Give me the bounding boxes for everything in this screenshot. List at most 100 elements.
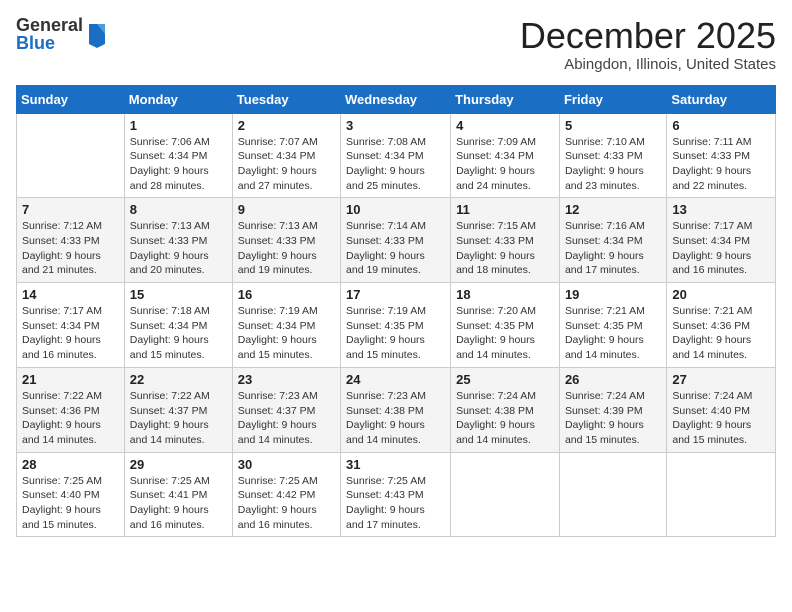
day-info: Sunrise: 7:16 AMSunset: 4:34 PMDaylight:… [565,219,661,278]
day-number: 31 [346,457,445,472]
calendar-cell: 30Sunrise: 7:25 AMSunset: 4:42 PMDayligh… [232,452,340,537]
location: Abingdon, Illinois, United States [520,56,776,73]
day-info: Sunrise: 7:23 AMSunset: 4:37 PMDaylight:… [238,389,335,448]
day-info: Sunrise: 7:24 AMSunset: 4:39 PMDaylight:… [565,389,661,448]
day-info: Sunrise: 7:10 AMSunset: 4:33 PMDaylight:… [565,135,661,194]
day-info: Sunrise: 7:17 AMSunset: 4:34 PMDaylight:… [22,304,119,363]
calendar-week-row: 21 Sunrise: 7:22 AMSunset: 4:36 PMDayligh… [17,367,776,452]
calendar-week-row: 14 Sunrise: 7:17 AMSunset: 4:34 PMDayligh… [17,283,776,368]
calendar-cell: 6 Sunrise: 7:11 AMSunset: 4:33 PMDaylight… [667,113,776,198]
day-header-thursday: Thursday [451,85,560,113]
calendar-cell: 4 Sunrise: 7:09 AMSunset: 4:34 PMDaylight… [451,113,560,198]
calendar-cell: 24 Sunrise: 7:23 AMSunset: 4:38 PMDayligh… [341,367,451,452]
day-number: 4 [456,118,554,133]
calendar-cell: 16Sunrise: 7:19 AMSunset: 4:34 PMDayligh… [232,283,340,368]
calendar-cell: 28Sunrise: 7:25 AMSunset: 4:40 PMDayligh… [17,452,125,537]
logo-text: General Blue [16,16,83,52]
day-header-monday: Monday [124,85,232,113]
calendar-cell [17,113,125,198]
day-info: Sunrise: 7:25 AMSunset: 4:41 PMDaylight:… [130,474,227,533]
day-number: 17 [346,287,445,302]
day-info: Sunrise: 7:07 AMSunset: 4:34 PMDaylight:… [238,135,335,194]
calendar-cell: 26Sunrise: 7:24 AMSunset: 4:39 PMDayligh… [559,367,666,452]
day-info: Sunrise: 7:14 AMSunset: 4:33 PMDaylight:… [346,219,445,278]
day-number: 1 [130,118,227,133]
day-info: Sunrise: 7:13 AMSunset: 4:33 PMDaylight:… [238,219,335,278]
day-info: Sunrise: 7:09 AMSunset: 4:34 PMDaylight:… [456,135,554,194]
day-number: 23 [238,372,335,387]
calendar-cell: 1 Sunrise: 7:06 AMSunset: 4:34 PMDaylight… [124,113,232,198]
month-title: December 2025 [520,16,776,56]
calendar: SundayMondayTuesdayWednesdayThursdayFrid… [16,85,776,538]
calendar-week-row: 1 Sunrise: 7:06 AMSunset: 4:34 PMDaylight… [17,113,776,198]
day-number: 5 [565,118,661,133]
day-number: 29 [130,457,227,472]
day-info: Sunrise: 7:22 AMSunset: 4:37 PMDaylight:… [130,389,227,448]
day-info: Sunrise: 7:15 AMSunset: 4:33 PMDaylight:… [456,219,554,278]
calendar-cell: 31 Sunrise: 7:25 AMSunset: 4:43 PMDayligh… [341,452,451,537]
day-number: 12 [565,202,661,217]
day-number: 13 [672,202,770,217]
calendar-header-row: SundayMondayTuesdayWednesdayThursdayFrid… [17,85,776,113]
calendar-cell: 17 Sunrise: 7:19 AMSunset: 4:35 PMDayligh… [341,283,451,368]
calendar-cell: 7 Sunrise: 7:12 AMSunset: 4:33 PMDaylight… [17,198,125,283]
day-number: 8 [130,202,227,217]
day-number: 21 [22,372,119,387]
day-number: 22 [130,372,227,387]
calendar-cell: 20 Sunrise: 7:21 AMSunset: 4:36 PMDayligh… [667,283,776,368]
day-info: Sunrise: 7:21 AMSunset: 4:36 PMDaylight:… [672,304,770,363]
day-info: Sunrise: 7:20 AMSunset: 4:35 PMDaylight:… [456,304,554,363]
day-info: Sunrise: 7:08 AMSunset: 4:34 PMDaylight:… [346,135,445,194]
day-number: 15 [130,287,227,302]
day-number: 14 [22,287,119,302]
calendar-cell [559,452,666,537]
calendar-cell: 10 Sunrise: 7:14 AMSunset: 4:33 PMDayligh… [341,198,451,283]
calendar-cell: 19 Sunrise: 7:21 AMSunset: 4:35 PMDayligh… [559,283,666,368]
day-info: Sunrise: 7:19 AMSunset: 4:35 PMDaylight:… [346,304,445,363]
logo-general: General [16,16,83,34]
day-number: 19 [565,287,661,302]
calendar-cell: 2Sunrise: 7:07 AMSunset: 4:34 PMDaylight… [232,113,340,198]
calendar-cell: 18 Sunrise: 7:20 AMSunset: 4:35 PMDayligh… [451,283,560,368]
day-number: 6 [672,118,770,133]
calendar-cell: 8 Sunrise: 7:13 AMSunset: 4:33 PMDaylight… [124,198,232,283]
day-info: Sunrise: 7:13 AMSunset: 4:33 PMDaylight:… [130,219,227,278]
calendar-cell: 3Sunrise: 7:08 AMSunset: 4:34 PMDaylight… [341,113,451,198]
day-info: Sunrise: 7:22 AMSunset: 4:36 PMDaylight:… [22,389,119,448]
calendar-cell: 25Sunrise: 7:24 AMSunset: 4:38 PMDayligh… [451,367,560,452]
calendar-cell: 29 Sunrise: 7:25 AMSunset: 4:41 PMDayligh… [124,452,232,537]
day-header-sunday: Sunday [17,85,125,113]
page-header: General Blue December 2025 Abingdon, Ill… [16,16,776,73]
calendar-cell: 11 Sunrise: 7:15 AMSunset: 4:33 PMDayligh… [451,198,560,283]
day-number: 9 [238,202,335,217]
day-number: 24 [346,372,445,387]
day-info: Sunrise: 7:21 AMSunset: 4:35 PMDaylight:… [565,304,661,363]
day-number: 18 [456,287,554,302]
calendar-cell: 14 Sunrise: 7:17 AMSunset: 4:34 PMDayligh… [17,283,125,368]
calendar-cell [451,452,560,537]
day-info: Sunrise: 7:24 AMSunset: 4:40 PMDaylight:… [672,389,770,448]
day-number: 20 [672,287,770,302]
day-info: Sunrise: 7:12 AMSunset: 4:33 PMDaylight:… [22,219,119,278]
day-info: Sunrise: 7:25 AMSunset: 4:42 PMDaylight:… [238,474,335,533]
calendar-cell: 13Sunrise: 7:17 AMSunset: 4:34 PMDayligh… [667,198,776,283]
day-number: 16 [238,287,335,302]
day-number: 11 [456,202,554,217]
day-number: 10 [346,202,445,217]
calendar-cell: 21 Sunrise: 7:22 AMSunset: 4:36 PMDayligh… [17,367,125,452]
day-number: 7 [22,202,119,217]
day-info: Sunrise: 7:11 AMSunset: 4:33 PMDaylight:… [672,135,770,194]
logo: General Blue [16,16,109,52]
day-header-friday: Friday [559,85,666,113]
day-info: Sunrise: 7:06 AMSunset: 4:34 PMDaylight:… [130,135,227,194]
calendar-cell [667,452,776,537]
calendar-cell: 22 Sunrise: 7:22 AMSunset: 4:37 PMDayligh… [124,367,232,452]
day-info: Sunrise: 7:25 AMSunset: 4:43 PMDaylight:… [346,474,445,533]
day-info: Sunrise: 7:23 AMSunset: 4:38 PMDaylight:… [346,389,445,448]
day-header-tuesday: Tuesday [232,85,340,113]
calendar-week-row: 28Sunrise: 7:25 AMSunset: 4:40 PMDayligh… [17,452,776,537]
day-number: 25 [456,372,554,387]
day-number: 28 [22,457,119,472]
day-header-wednesday: Wednesday [341,85,451,113]
title-section: December 2025 Abingdon, Illinois, United… [520,16,776,73]
